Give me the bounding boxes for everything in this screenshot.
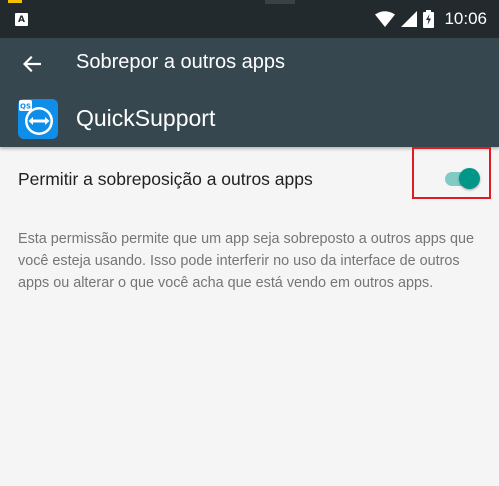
permission-description: Esta permissão permite que um app seja s… <box>18 231 474 291</box>
screen: A 10:06 Sobrepor a outros apps QS QuickS… <box>0 0 499 486</box>
overlay-permission-row[interactable]: Permitir a sobreposição a outros apps <box>0 147 499 208</box>
toggle-thumb <box>459 168 480 189</box>
app-header: QS QuickSupport <box>0 91 499 147</box>
setting-label: Permitir a sobreposição a outros apps <box>18 169 313 189</box>
app-name: QuickSupport <box>76 105 216 131</box>
status-time: 10:06 <box>444 9 487 28</box>
overlay-permission-toggle[interactable] <box>441 168 480 190</box>
app-bar: Sobrepor a outros apps <box>0 38 499 91</box>
battery-icon <box>423 10 435 28</box>
arrow-back-icon <box>23 56 41 72</box>
page-title: Sobrepor a outros apps <box>76 51 286 73</box>
status-icons: 10:06 <box>375 9 487 29</box>
status-accent-mid <box>265 0 295 4</box>
wifi-icon <box>375 11 396 27</box>
status-bar: A 10:06 <box>0 0 499 38</box>
signal-icon <box>401 11 418 27</box>
svg-text:QS: QS <box>20 103 31 111</box>
teamviewer-quicksupport-icon: QS <box>18 99 58 139</box>
notification-icon: A <box>15 13 28 26</box>
back-button[interactable] <box>12 44 52 84</box>
status-accent <box>8 0 22 3</box>
